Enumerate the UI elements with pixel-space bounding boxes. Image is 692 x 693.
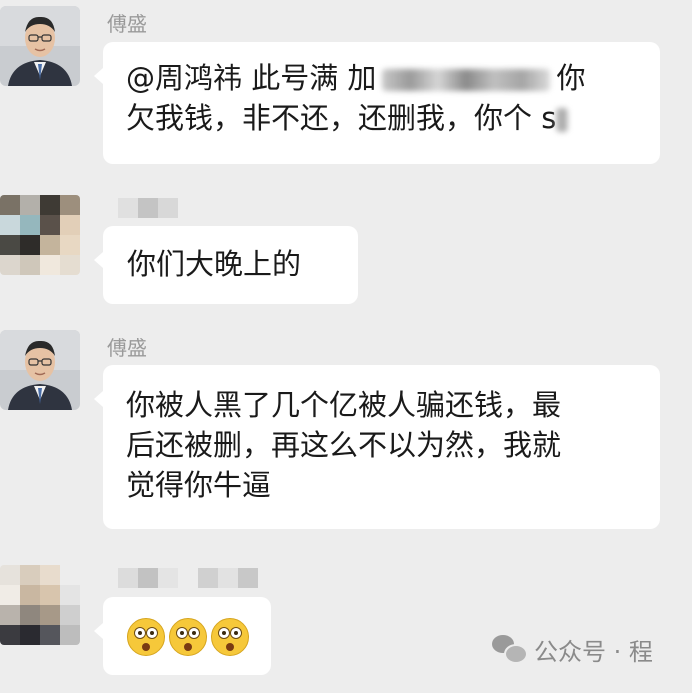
message-text: 觉得你牛逼 <box>126 468 272 502</box>
message-text: 你被人黑了几个亿被人骗还钱，最 <box>126 388 562 422</box>
wechat-icon <box>492 634 528 665</box>
message-bubble[interactable]: 你们大晚上的 <box>94 226 358 304</box>
flushed-face-emoji <box>211 618 249 656</box>
avatar-fu-sheng[interactable] <box>0 330 80 410</box>
sender-name-pixelated <box>118 198 178 218</box>
message-text: 后还被删，再这么不以为然，我就 <box>126 428 562 462</box>
flushed-face-emoji <box>169 618 207 656</box>
flushed-face-emoji <box>127 618 165 656</box>
avatar-fu-sheng[interactable] <box>0 6 80 86</box>
sender-name-pixelated <box>118 568 258 588</box>
avatar-pixelated[interactable] <box>0 565 80 645</box>
message-text: @周鸿祎 此号满 加 <box>126 61 377 95</box>
message-bubble[interactable] <box>94 597 271 675</box>
message-bubble[interactable]: 你被人黑了几个亿被人骗还钱，最 后还被删，再这么不以为然，我就 觉得你牛逼 <box>94 365 660 529</box>
message-text: 欠我钱，非不还，还删我，你个 s <box>126 101 557 135</box>
watermark: 公众号 · 程 <box>492 632 653 667</box>
sender-name: 傅盛 <box>107 12 147 36</box>
message-text: 你们大晚上的 <box>127 247 302 281</box>
avatar-portrait-image <box>0 330 80 410</box>
watermark-text: 公众号 · 程 <box>534 638 653 666</box>
message-bubble[interactable]: @周鸿祎 此号满 加 你 欠我钱，非不还，还删我，你个 s <box>94 42 660 164</box>
blurred-redaction <box>556 108 569 132</box>
avatar-mosaic-image <box>0 565 80 645</box>
blurred-redaction <box>382 69 551 91</box>
avatar-portrait-image <box>0 6 80 86</box>
avatar-pixelated[interactable] <box>0 195 80 275</box>
sender-name: 傅盛 <box>107 336 147 360</box>
message-text: 你 <box>556 61 586 95</box>
avatar-mosaic-image <box>0 195 80 275</box>
